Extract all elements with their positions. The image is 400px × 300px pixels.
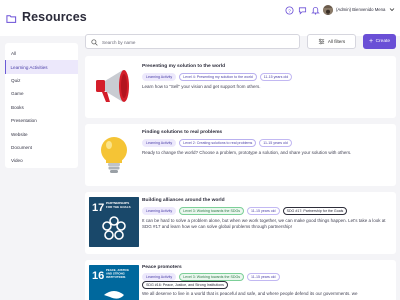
chevron-down-icon[interactable] <box>389 7 395 12</box>
sidebar: All Learning Activities Quiz Game Books … <box>5 43 78 168</box>
card-description: It can be hard to solve a problem alone,… <box>142 218 386 230</box>
create-label: Create <box>375 39 390 44</box>
card-tags: Learning Activity Level 3: Working towar… <box>142 207 348 215</box>
notifications-icon[interactable] <box>310 5 320 15</box>
card-title[interactable]: Peace promoters <box>142 265 182 270</box>
sidebar-item-document[interactable]: Document <box>5 141 78 154</box>
user-name[interactable]: (Admin) Bienvenido Mena <box>336 7 385 12</box>
type-badge: Learning Activity <box>142 73 177 81</box>
sdg-badge: SDG #17: Partnership for the Goals <box>282 207 348 215</box>
sidebar-item-books[interactable]: Books <box>5 101 78 114</box>
sidebar-item-website[interactable]: Website <box>5 127 78 140</box>
resource-card[interactable]: Presenting my solution to the world Lear… <box>85 56 396 118</box>
header-icon-group: ? <box>284 5 320 15</box>
card-title[interactable]: Building alliances around the world <box>142 198 225 203</box>
sdg-badge: SDG #16: Peace, Justice, and Strong Inst… <box>142 281 228 289</box>
svg-text:INSTITUTIONS: INSTITUTIONS <box>106 275 126 279</box>
help-icon[interactable]: ? <box>284 5 294 15</box>
search-input[interactable] <box>102 37 292 48</box>
sidebar-item-video[interactable]: Video <box>5 154 78 167</box>
filter-icon <box>318 38 324 45</box>
search-bar <box>85 34 300 49</box>
card-title[interactable]: Finding solutions to real problems <box>142 130 222 135</box>
svg-text:?: ? <box>288 8 291 14</box>
sdg-number: 16 <box>92 270 104 282</box>
sidebar-item-learning-activities[interactable]: Learning Activities <box>5 60 78 74</box>
resource-card[interactable]: 17 PARTNERSHIPS FOR THE GOALS Building a… <box>85 192 396 254</box>
card-description: Learn how to "Sell" your vision and get … <box>142 84 261 89</box>
card-tags: Learning Activity Level 2: Creating solu… <box>142 139 292 147</box>
page-title: Resources <box>22 10 87 24</box>
search-icon <box>91 39 98 46</box>
type-badge: Learning Activity <box>142 273 177 281</box>
level-badge: Level 3: Working towards the SDGs <box>179 273 245 281</box>
level-badge: Level 2: Creating solutions to real prob… <box>179 139 257 147</box>
plus-icon: + <box>369 38 374 45</box>
sdg-number: 17 <box>92 202 104 214</box>
sdg16-image: 16 PEACE, JUSTICE AND STRONG INSTITUTION… <box>89 265 139 300</box>
card-tags: Learning Activity Level 3: Working towar… <box>142 273 280 281</box>
avatar[interactable] <box>323 5 333 15</box>
all-filters-button[interactable]: All filters <box>307 34 356 49</box>
sidebar-item-all[interactable]: All <box>5 47 78 60</box>
sidebar-item-presentation[interactable]: Presentation <box>5 114 78 127</box>
all-filters-label: All filters <box>327 39 346 44</box>
svg-text:FOR THE GOALS: FOR THE GOALS <box>106 205 131 209</box>
top-header: Resources ? (Admin) Bienvenido Mena <box>0 0 400 36</box>
card-description: Ready to change the world? Choose a prob… <box>142 150 352 155</box>
card-title[interactable]: Presenting my solution to the world <box>142 64 225 69</box>
age-badge: 11-15 years old <box>247 273 280 281</box>
resource-card[interactable]: 16 PEACE, JUSTICE AND STRONG INSTITUTION… <box>85 260 396 300</box>
card-description: We all deserve to live in a world that i… <box>142 291 358 296</box>
lightbulb-image <box>89 129 139 179</box>
create-button[interactable]: + Create <box>363 34 396 49</box>
resource-card[interactable]: Finding solutions to real problems Learn… <box>85 124 396 186</box>
folder-icon <box>6 15 17 23</box>
card-tags: Learning Activity Level 4: Presenting my… <box>142 73 293 81</box>
sdg17-image: 17 PARTNERSHIPS FOR THE GOALS <box>89 197 139 247</box>
sidebar-item-quiz[interactable]: Quiz <box>5 74 78 87</box>
type-badge: Learning Activity <box>142 207 177 215</box>
age-badge: 11-15 years old <box>259 73 293 81</box>
type-badge: Learning Activity <box>142 139 177 147</box>
level-badge: Level 3: Working towards the SDGs <box>179 207 245 215</box>
sidebar-item-game[interactable]: Game <box>5 87 78 100</box>
age-badge: 11-15 years old <box>247 207 280 215</box>
age-badge: 11-15 years old <box>259 139 292 147</box>
card-tags-row-2: SDG #16: Peace, Justice, and Strong Inst… <box>142 281 228 289</box>
messages-icon[interactable] <box>297 5 307 15</box>
megaphone-image <box>89 61 139 111</box>
level-badge: Level 4: Presenting my solution to the w… <box>179 73 257 81</box>
